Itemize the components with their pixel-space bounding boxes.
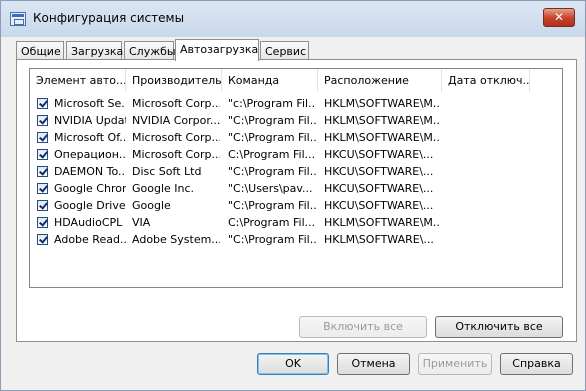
row-checkbox[interactable]	[37, 200, 48, 211]
row-date	[448, 146, 528, 163]
system-config-window: Конфигурация системы ✕ Общие Загрузка Сл…	[0, 0, 586, 391]
row-command: "C:\Users\pav...	[228, 182, 313, 195]
row-checkbox[interactable]	[37, 98, 48, 109]
row-vendor: VIA	[132, 216, 151, 229]
row-location: HKLM\SOFTWARE\M...	[324, 131, 440, 144]
row-vendor: Microsoft Corp...	[132, 131, 220, 144]
table-row[interactable]: Google Chrome Google Inc. "C:\Users\pav.…	[30, 180, 562, 197]
row-date	[448, 163, 528, 180]
row-location: HKLM\SOFTWARE\M...	[324, 97, 440, 110]
row-location: HKCU\SOFTWARE\...	[324, 165, 434, 178]
row-location: HKLM\SOFTWARE\M...	[324, 216, 440, 229]
row-item: Microsoft Se...	[54, 97, 126, 110]
close-button[interactable]: ✕	[543, 8, 575, 27]
row-vendor: Adobe System...	[132, 233, 220, 246]
msconfig-app-icon	[10, 12, 26, 26]
row-location: HKLM\SOFTWARE\...	[324, 233, 434, 246]
row-location: HKLM\SOFTWARE\M...	[324, 114, 440, 127]
row-location: HKCU\SOFTWARE\...	[324, 148, 434, 161]
table-row[interactable]: Microsoft Of... Microsoft Corp... "C:\Pr…	[30, 129, 562, 146]
row-checkbox[interactable]	[37, 166, 48, 177]
ok-button[interactable]: OK	[257, 353, 329, 375]
column-header-command[interactable]: Команда	[222, 69, 318, 92]
row-item: DAEMON To...	[54, 165, 126, 178]
tab-services[interactable]: Службы	[124, 41, 176, 59]
table-row[interactable]: HDAudioCPL VIA C:\Program Fil... HKLM\SO…	[30, 214, 562, 231]
row-checkbox[interactable]	[37, 217, 48, 228]
column-header-location[interactable]: Расположение	[318, 69, 442, 92]
table-row[interactable]: Операцион... Microsoft Corp... C:\Progra…	[30, 146, 562, 163]
row-vendor: Microsoft Corp...	[132, 148, 220, 161]
row-location: HKCU\SOFTWARE\...	[324, 199, 434, 212]
row-item: Google Chrome	[54, 182, 126, 195]
row-date	[448, 129, 528, 146]
row-item: NVIDIA Update	[54, 114, 126, 127]
row-command: "c:\Program Fil...	[228, 97, 316, 110]
window-title: Конфигурация системы	[33, 11, 185, 25]
row-command: "C:\Program Fil...	[228, 114, 316, 127]
enable-all-button[interactable]: Включить все	[299, 316, 427, 338]
startup-panel: Элемент авто... Производитель Команда Ра…	[16, 59, 577, 342]
row-date	[448, 197, 528, 214]
row-checkbox[interactable]	[37, 115, 48, 126]
row-command: "C:\Program Fil...	[228, 131, 316, 144]
row-location: HKCU\SOFTWARE\...	[324, 182, 434, 195]
row-command: C:\Program Fil...	[228, 216, 316, 229]
apply-button[interactable]: Применить	[418, 353, 492, 375]
row-item: Microsoft Of...	[54, 131, 126, 144]
row-command: C:\Program Fil...	[228, 148, 316, 161]
row-vendor: Google	[132, 199, 171, 212]
row-date	[448, 112, 528, 129]
row-command: "C:\Program Fil...	[228, 165, 316, 178]
title-bar[interactable]: Конфигурация системы ✕	[1, 1, 585, 37]
row-date	[448, 214, 528, 231]
startup-list[interactable]: Элемент авто... Производитель Команда Ра…	[29, 68, 563, 288]
row-command: "C:\Program Fil...	[228, 199, 316, 212]
table-row[interactable]: DAEMON To... Disc Soft Ltd "C:\Program F…	[30, 163, 562, 180]
tab-tools[interactable]: Сервис	[260, 41, 309, 59]
close-icon: ✕	[553, 10, 565, 24]
row-command: "C:\Program Fil...	[228, 233, 316, 246]
row-item: HDAudioCPL	[54, 216, 123, 229]
row-vendor: Google Inc.	[132, 182, 195, 195]
row-item: Google Drive	[54, 199, 126, 212]
row-date	[448, 180, 528, 197]
tab-boot[interactable]: Загрузка	[66, 41, 123, 59]
row-date	[448, 95, 528, 112]
table-row[interactable]: Adobe Read... Adobe System... "C:\Progra…	[30, 231, 562, 248]
row-vendor: Microsoft Corp...	[132, 97, 220, 110]
tab-general[interactable]: Общие	[16, 41, 64, 59]
column-header-vendor[interactable]: Производитель	[126, 69, 222, 92]
row-item: Операцион...	[54, 148, 126, 161]
cancel-button[interactable]: Отмена	[337, 353, 410, 375]
row-vendor: Disc Soft Ltd	[132, 165, 202, 178]
row-checkbox[interactable]	[37, 132, 48, 143]
table-row[interactable]: Google Drive Google "C:\Program Fil... H…	[30, 197, 562, 214]
tab-startup[interactable]: Автозагрузка	[175, 39, 259, 61]
row-vendor: NVIDIA Corpor...	[132, 114, 220, 127]
row-date	[448, 231, 528, 248]
row-item: Adobe Read...	[54, 233, 126, 246]
row-checkbox[interactable]	[37, 149, 48, 160]
column-header-date[interactable]: Дата отключ...	[442, 69, 530, 92]
table-row[interactable]: NVIDIA Update NVIDIA Corpor... "C:\Progr…	[30, 112, 562, 129]
table-row[interactable]: Microsoft Se... Microsoft Corp... "c:\Pr…	[30, 95, 562, 112]
disable-all-button[interactable]: Отключить все	[435, 316, 563, 338]
list-header: Элемент авто... Производитель Команда Ра…	[30, 69, 562, 92]
column-header-item[interactable]: Элемент авто...	[30, 69, 126, 92]
help-button[interactable]: Справка	[500, 353, 573, 375]
row-checkbox[interactable]	[37, 183, 48, 194]
row-checkbox[interactable]	[37, 234, 48, 245]
